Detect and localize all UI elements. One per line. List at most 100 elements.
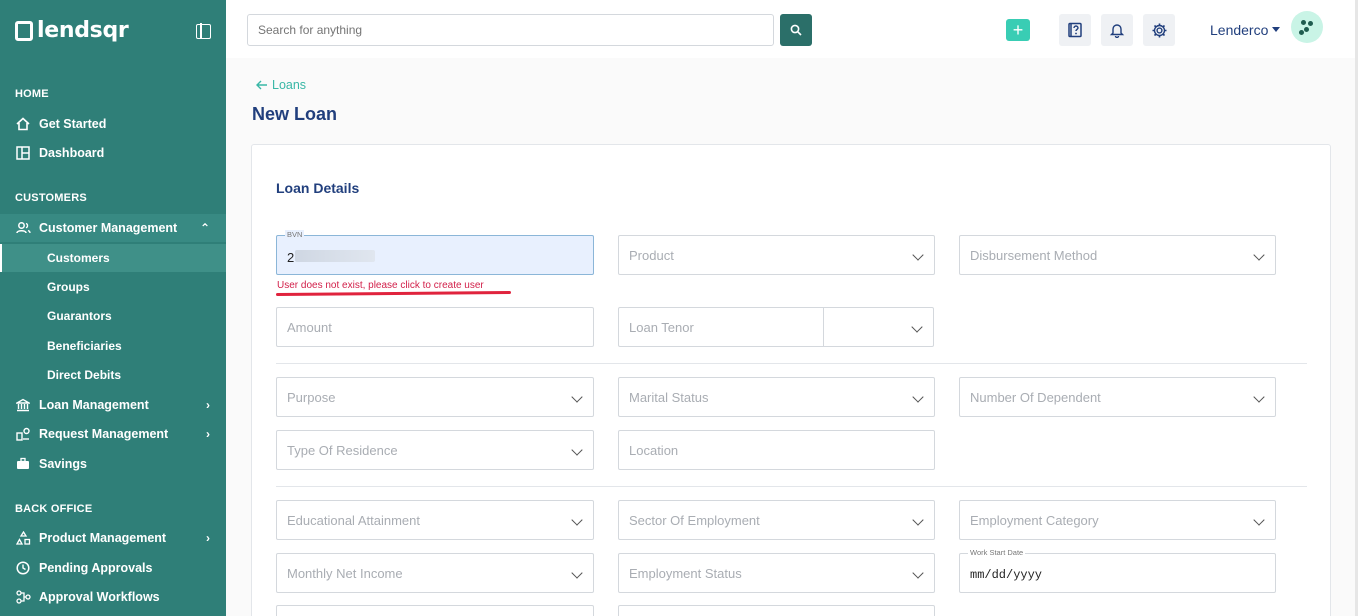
sidebar-item-groups[interactable]: Groups <box>0 273 226 301</box>
help-book-icon <box>1068 22 1082 38</box>
field-placeholder: Educational Attainment <box>287 513 420 528</box>
chevron-down-icon <box>912 567 924 579</box>
collapse-sidebar-icon[interactable] <box>196 23 211 39</box>
logo-text: lendsqr <box>37 18 129 43</box>
sidebar-item-loan-management[interactable]: Loan Management › <box>0 391 226 419</box>
dashboard-icon <box>15 145 31 161</box>
sidebar-item-customers[interactable]: Customers <box>0 244 226 272</box>
sidebar-item-pending-approvals[interactable]: Pending Approvals <box>0 554 226 582</box>
sidebar-item-label: Groups <box>47 280 90 294</box>
field-placeholder: Employment Category <box>970 513 1099 528</box>
purpose-select[interactable]: Purpose <box>276 377 594 417</box>
logo-mark-icon <box>15 20 33 41</box>
sector-of-employment-select[interactable]: Sector Of Employment <box>618 500 935 540</box>
top-bar: + Lenderco <box>226 0 1358 58</box>
workflow-icon <box>15 589 31 605</box>
bvn-error-message[interactable]: User does not exist, please click to cre… <box>277 280 484 291</box>
notifications-button[interactable] <box>1101 14 1133 46</box>
field-placeholder: Location <box>629 443 679 458</box>
disbursement-method-select[interactable]: Disbursement Method <box>959 235 1276 275</box>
loan-tenor-input[interactable]: Loan Tenor <box>618 307 934 347</box>
chevron-down-icon <box>912 249 924 261</box>
chevron-right-icon: › <box>206 398 210 412</box>
request-icon <box>15 426 31 442</box>
sidebar-item-get-started[interactable]: Get Started <box>0 110 226 138</box>
chevron-down-icon <box>571 567 583 579</box>
field-placeholder: Loan Tenor <box>629 320 694 335</box>
divider <box>276 363 1307 364</box>
marital-status-select[interactable]: Marital Status <box>618 377 935 417</box>
chevron-down-icon <box>912 391 924 403</box>
field-placeholder: Disbursement Method <box>970 248 1098 263</box>
lendsqr-logo[interactable]: lendsqr <box>15 18 129 43</box>
search-input[interactable] <box>247 14 774 46</box>
bell-icon <box>1109 24 1125 38</box>
sidebar-item-label: Savings <box>39 457 87 471</box>
sidebar-item-label: Dashboard <box>39 146 105 160</box>
user-dropdown-caret-icon[interactable] <box>1272 27 1280 32</box>
chevron-right-icon: › <box>206 531 210 545</box>
location-input[interactable]: Location <box>618 430 935 470</box>
section-title: Loan Details <box>276 180 360 196</box>
sidebar: lendsqr HOME Get Started Dashboard CUSTO… <box>0 0 226 616</box>
sidebar-item-direct-debits[interactable]: Direct Debits <box>0 361 226 389</box>
clock-icon <box>15 560 31 576</box>
chevron-down-icon <box>571 514 583 526</box>
search-button[interactable] <box>780 14 812 46</box>
sidebar-item-guarantors[interactable]: Guarantors <box>0 302 226 330</box>
bvn-value: 2 <box>287 250 295 265</box>
sidebar-item-label: Guarantors <box>47 309 112 323</box>
chevron-right-icon: › <box>206 427 210 441</box>
sidebar-item-label: Get Started <box>39 117 107 131</box>
sidebar-item-product-management[interactable]: Product Management › <box>0 524 226 552</box>
settings-button[interactable] <box>1143 14 1175 46</box>
tenor-unit-divider <box>823 307 824 347</box>
section-home: HOME <box>15 88 49 100</box>
user-name[interactable]: Lenderco <box>1210 22 1268 38</box>
sidebar-item-label: Request Management <box>39 427 169 441</box>
chevron-down-icon <box>912 514 924 526</box>
form-field-partial[interactable] <box>276 605 594 616</box>
home-icon <box>15 116 31 132</box>
breadcrumb[interactable]: Loans <box>256 78 306 92</box>
divider <box>276 486 1307 487</box>
sidebar-item-dashboard[interactable]: Dashboard <box>0 139 226 167</box>
sidebar-item-request-management[interactable]: Request Management › <box>0 420 226 448</box>
sidebar-item-label: Customers <box>47 251 110 265</box>
arrow-left-icon <box>256 80 267 90</box>
form-field-partial[interactable] <box>618 605 935 616</box>
educational-attainment-select[interactable]: Educational Attainment <box>276 500 594 540</box>
sidebar-item-savings[interactable]: Savings <box>0 450 226 478</box>
field-placeholder: Employment Status <box>629 566 742 581</box>
product-select[interactable]: Product <box>618 235 935 275</box>
field-placeholder: Sector Of Employment <box>629 513 760 528</box>
number-of-dependent-select[interactable]: Number Of Dependent <box>959 377 1276 417</box>
product-icon <box>15 530 31 546</box>
employment-status-select[interactable]: Employment Status <box>618 553 935 593</box>
page-title: New Loan <box>252 104 338 124</box>
monthly-net-income-select[interactable]: Monthly Net Income <box>276 553 594 593</box>
chevron-down-icon <box>1253 514 1265 526</box>
sidebar-item-label: Product Management <box>39 531 167 545</box>
add-button[interactable]: + <box>1006 19 1030 41</box>
bvn-field[interactable]: BVN 2 <box>276 230 594 275</box>
work-start-date-input[interactable]: Work Start Date mm/dd/yyyy <box>959 548 1276 593</box>
section-customers: CUSTOMERS <box>15 192 87 204</box>
help-button[interactable] <box>1059 14 1091 46</box>
type-of-residence-select[interactable]: Type Of Residence <box>276 430 594 470</box>
avatar[interactable] <box>1291 11 1323 43</box>
chevron-down-icon <box>571 391 583 403</box>
sidebar-item-customer-management[interactable]: Customer Management ⌃ <box>0 214 226 242</box>
date-placeholder: mm/dd/yyyy <box>970 568 1043 582</box>
breadcrumb-label: Loans <box>272 78 307 92</box>
sidebar-item-label: Approval Workflows <box>39 590 160 604</box>
sidebar-item-label: Customer Management <box>39 221 178 235</box>
chevron-down-icon <box>571 444 583 456</box>
sidebar-item-approval-workflows[interactable]: Approval Workflows <box>0 583 226 611</box>
field-placeholder: Marital Status <box>629 390 709 405</box>
employment-category-select[interactable]: Employment Category <box>959 500 1276 540</box>
sidebar-item-beneficiaries[interactable]: Beneficiaries <box>0 332 226 360</box>
sidebar-item-label: Pending Approvals <box>39 561 153 575</box>
plus-icon: + <box>1012 20 1024 40</box>
amount-input[interactable]: Amount <box>276 307 594 347</box>
